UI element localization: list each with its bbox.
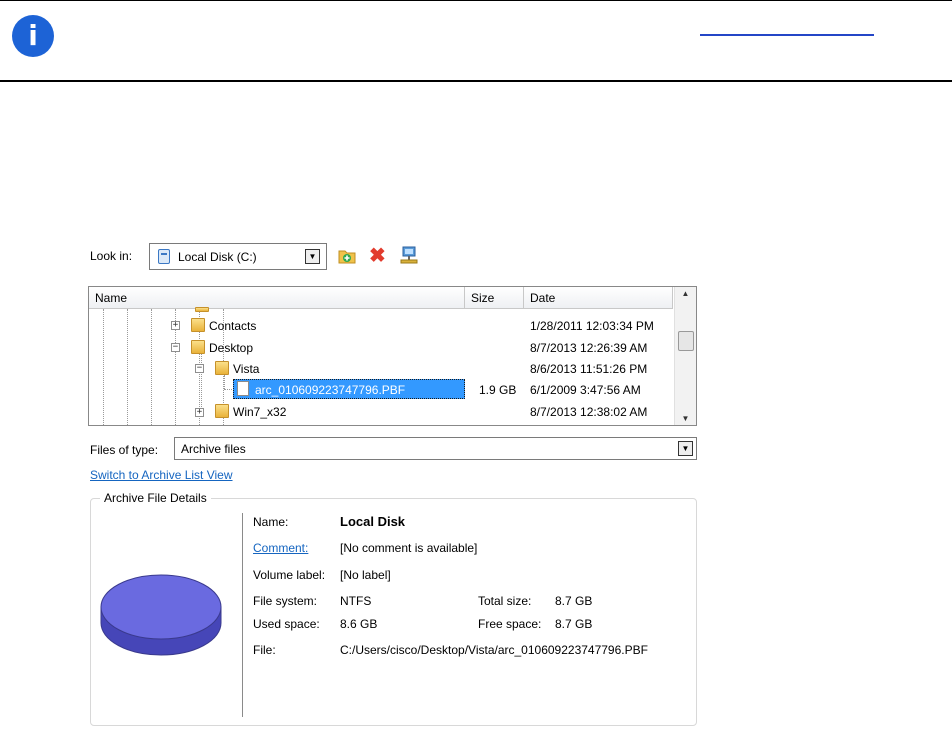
folder-icon [215, 404, 229, 418]
delete-icon[interactable]: ✖ [369, 246, 386, 266]
files-of-type-value: Archive files [181, 442, 246, 456]
switch-view-link[interactable]: Switch to Archive List View [90, 468, 233, 482]
total-size-label: Total size: [478, 594, 532, 608]
look-in-label: Look in: [90, 249, 133, 263]
look-in-combo[interactable]: Local Disk (C:) ▼ [149, 243, 327, 270]
tree-guide [151, 309, 152, 425]
scroll-down-icon[interactable]: ▼ [675, 414, 696, 423]
name-label: Name: [253, 515, 289, 529]
total-size-value: 8.7 GB [555, 594, 593, 608]
files-of-type-combo[interactable]: Archive files ▼ [174, 437, 697, 460]
file-list-header: Name Size Date [89, 287, 673, 309]
volume-label-value: [No label] [340, 568, 391, 582]
collapse-icon[interactable]: − [171, 343, 180, 352]
used-space-value: 8.6 GB [340, 617, 378, 631]
banner-bottom-rule [0, 80, 952, 82]
folder-icon [191, 318, 205, 332]
column-header-size[interactable]: Size [465, 287, 524, 309]
file-label: File: [253, 643, 276, 657]
info-icon: i [12, 15, 54, 57]
tree-guide [224, 375, 225, 389]
scroll-up-icon[interactable]: ▲ [675, 289, 696, 298]
row-name: Contacts [209, 319, 257, 333]
file-system-value: NTFS [340, 594, 372, 608]
row-name: arc_010609223747796.PBF [255, 383, 406, 397]
folder-icon [191, 340, 205, 354]
tree-guide [103, 309, 104, 425]
scroll-thumb[interactable] [678, 331, 694, 351]
chevron-down-icon[interactable]: ▼ [678, 441, 693, 456]
banner-link-underline[interactable] [700, 34, 874, 36]
chevron-down-icon[interactable]: ▼ [305, 249, 320, 264]
volume-label-label: Volume label: [253, 568, 326, 582]
row-name: Vista [233, 362, 260, 376]
folder-add-icon[interactable] [338, 248, 356, 264]
tree-guide [127, 309, 128, 425]
archive-details-legend: Archive File Details [100, 491, 211, 505]
disk-icon [100, 574, 222, 656]
folder-icon [195, 307, 209, 312]
row-date: 1/28/2011 12:03:34 PM [530, 319, 654, 333]
comment-value: [No comment is available] [340, 541, 478, 555]
used-space-label: Used space: [253, 617, 320, 631]
collapse-icon[interactable]: − [195, 364, 204, 373]
row-size: 1.9 GB [479, 383, 517, 397]
name-value: Local Disk [340, 514, 406, 529]
file-list[interactable]: Name Size Date + Contacts 1/28/2011 12:0… [88, 286, 697, 426]
row-date: 6/1/2009 3:47:56 AM [530, 383, 641, 397]
expand-icon[interactable]: + [195, 408, 204, 417]
row-date: 8/7/2013 12:26:39 AM [530, 341, 648, 355]
file-system-label: File system: [253, 594, 318, 608]
column-header-date[interactable]: Date [524, 287, 673, 309]
look-in-value: Local Disk (C:) [178, 250, 257, 264]
local-disk-icon [158, 249, 170, 264]
banner-top-rule [0, 0, 952, 1]
free-space-value: 8.7 GB [555, 617, 593, 631]
row-date: 8/6/2013 11:51:26 PM [530, 362, 648, 376]
file-icon [237, 381, 249, 396]
vertical-scrollbar[interactable]: ▲ ▼ [674, 287, 696, 425]
details-divider [242, 513, 243, 717]
row-date: 8/7/2013 12:38:02 AM [530, 405, 648, 419]
column-header-name[interactable]: Name [89, 287, 465, 309]
free-space-label: Free space: [478, 617, 542, 631]
folder-icon [215, 361, 229, 375]
row-name: Win7_x32 [233, 405, 287, 419]
network-icon[interactable] [400, 246, 418, 266]
files-of-type-label: Files of type: [90, 443, 159, 457]
comment-link[interactable]: Comment: [253, 541, 308, 555]
tree-guide [201, 353, 202, 409]
row-name: Desktop [209, 341, 254, 355]
expand-icon[interactable]: + [171, 321, 180, 330]
file-path-value: C:/Users/cisco/Desktop/Vista/arc_0106092… [340, 643, 648, 657]
